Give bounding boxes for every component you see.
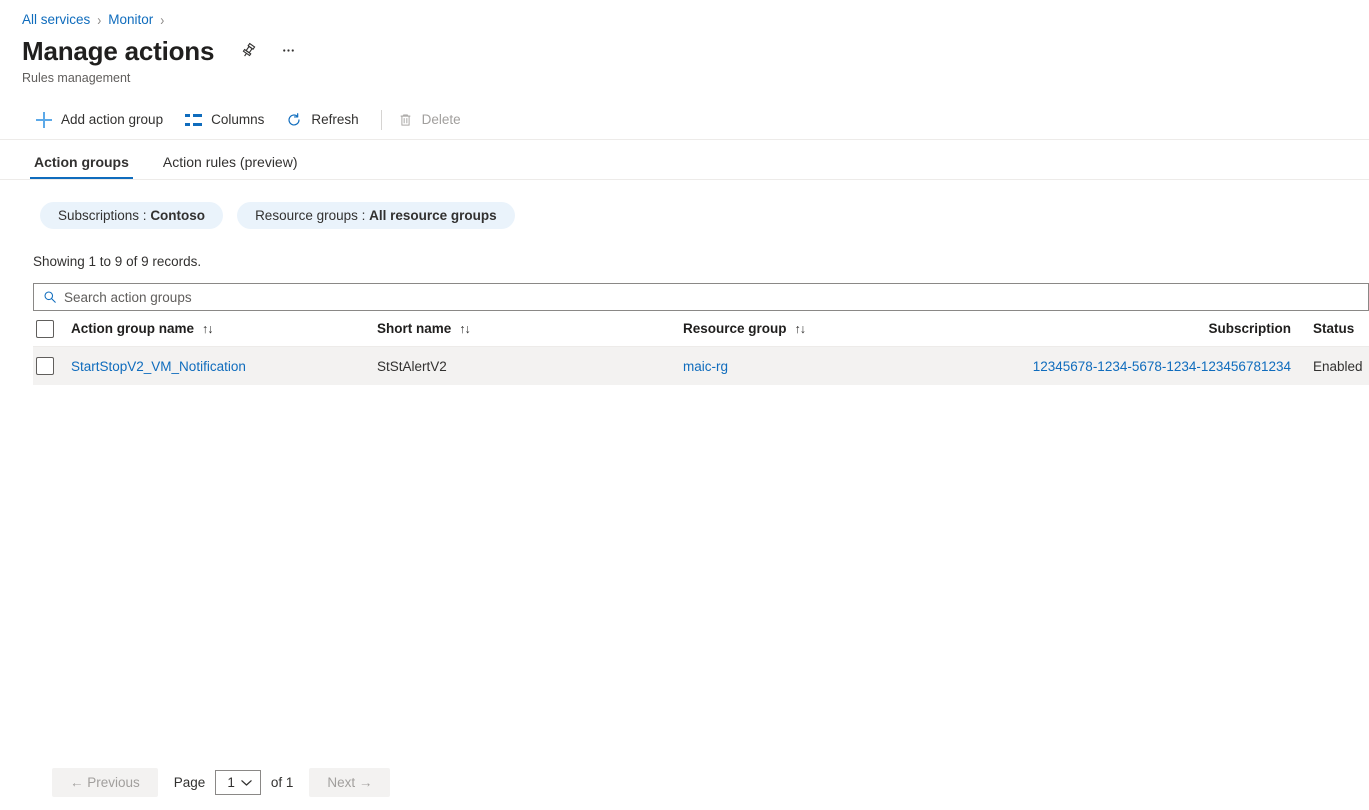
columns-button[interactable]: Columns bbox=[179, 107, 274, 132]
search-box[interactable] bbox=[33, 283, 1369, 311]
filter-pill-resource-groups[interactable]: Resource groups : All resource groups bbox=[237, 202, 515, 229]
records-summary: Showing 1 to 9 of 9 records. bbox=[0, 229, 1369, 269]
total-pages-label: of 1 bbox=[271, 775, 294, 790]
cell-action-group-name: StartStopV2_VM_Notification bbox=[71, 359, 377, 374]
refresh-button[interactable]: Refresh bbox=[280, 107, 368, 133]
table-header-row: Action group name ↑↓ Short name ↑↓ Resou… bbox=[33, 311, 1369, 347]
more-options-button[interactable] bbox=[276, 39, 300, 63]
tab-action-rules-preview[interactable]: Action rules (preview) bbox=[159, 154, 302, 179]
pin-button[interactable] bbox=[236, 39, 260, 63]
column-header-action-group-name[interactable]: Action group name ↑↓ bbox=[71, 321, 377, 336]
cell-subscription: 12345678-1234-5678-1234-123456781234 bbox=[987, 359, 1294, 374]
select-all-cell bbox=[33, 320, 71, 338]
delete-button[interactable]: Delete bbox=[392, 107, 471, 133]
cell-status: Enabled bbox=[1294, 359, 1369, 374]
sort-arrows-icon: ↑↓ bbox=[795, 322, 806, 336]
trash-icon bbox=[398, 112, 413, 128]
search-icon bbox=[43, 290, 57, 304]
column-label-subscription: Subscription bbox=[1208, 321, 1291, 336]
filter-bar: Subscriptions : Contoso Resource groups … bbox=[0, 180, 1369, 229]
pagination: ← Previous Page 1 of 1 Next → bbox=[52, 768, 390, 797]
refresh-label: Refresh bbox=[311, 112, 358, 127]
table-row[interactable]: StartStopV2_VM_Notification StStAlertV2 … bbox=[33, 347, 1369, 385]
column-header-resource-group[interactable]: Resource group ↑↓ bbox=[683, 321, 987, 336]
filter-value-resource-groups: All resource groups bbox=[369, 208, 497, 223]
select-all-checkbox[interactable] bbox=[36, 320, 54, 338]
search-input[interactable] bbox=[64, 290, 1368, 305]
breadcrumb-item-all-services[interactable]: All services bbox=[22, 12, 90, 27]
filter-prefix-resource-groups: Resource groups : bbox=[255, 208, 365, 223]
previous-page-button[interactable]: ← Previous bbox=[52, 768, 158, 797]
pin-icon bbox=[240, 42, 257, 59]
page-header: Manage actions bbox=[0, 30, 1369, 68]
page-header-actions bbox=[236, 39, 300, 63]
column-header-status[interactable]: Status bbox=[1294, 321, 1369, 336]
row-checkbox[interactable] bbox=[36, 357, 54, 375]
column-label-action-group-name: Action group name bbox=[71, 321, 194, 336]
page-number-value: 1 bbox=[227, 775, 235, 790]
breadcrumb-item-monitor[interactable]: Monitor bbox=[108, 12, 153, 27]
columns-label: Columns bbox=[211, 112, 264, 127]
column-label-resource-group: Resource group bbox=[683, 321, 787, 336]
page-subtitle: Rules management bbox=[0, 68, 1369, 85]
column-label-status: Status bbox=[1313, 321, 1354, 336]
sort-arrows-icon: ↑↓ bbox=[459, 322, 470, 336]
next-page-button[interactable]: Next → bbox=[309, 768, 390, 797]
page-title: Manage actions bbox=[22, 35, 214, 67]
page-label: Page bbox=[174, 775, 206, 790]
add-action-group-label: Add action group bbox=[61, 112, 163, 127]
plus-icon bbox=[36, 112, 52, 128]
cell-short-name: StStAlertV2 bbox=[377, 359, 683, 374]
columns-icon bbox=[185, 114, 202, 126]
add-action-group-button[interactable]: Add action group bbox=[30, 107, 173, 133]
tab-action-groups[interactable]: Action groups bbox=[30, 154, 133, 179]
subscription-link[interactable]: 12345678-1234-5678-1234-123456781234 bbox=[1033, 359, 1291, 374]
filter-pill-subscriptions[interactable]: Subscriptions : Contoso bbox=[40, 202, 223, 229]
refresh-icon bbox=[286, 112, 302, 128]
ellipsis-icon bbox=[280, 42, 297, 59]
tab-list: Action groups Action rules (preview) bbox=[0, 140, 1369, 180]
action-group-link[interactable]: StartStopV2_VM_Notification bbox=[71, 359, 246, 374]
sort-arrows-icon: ↑↓ bbox=[202, 322, 213, 336]
chevron-down-icon bbox=[241, 779, 252, 787]
resource-group-link[interactable]: maic-rg bbox=[683, 359, 728, 374]
column-header-subscription[interactable]: Subscription bbox=[987, 321, 1294, 336]
chevron-right-icon: › bbox=[160, 11, 164, 29]
page-number-select[interactable]: 1 bbox=[215, 770, 261, 795]
command-bar: Add action group Columns Refresh Delete bbox=[0, 100, 1369, 140]
column-header-short-name[interactable]: Short name ↑↓ bbox=[377, 321, 683, 336]
chevron-right-icon: › bbox=[97, 11, 101, 29]
breadcrumb: All services › Monitor › bbox=[0, 0, 1369, 30]
toolbar-divider bbox=[381, 110, 382, 130]
delete-label: Delete bbox=[422, 112, 461, 127]
cell-resource-group: maic-rg bbox=[683, 359, 987, 374]
filter-prefix-subscriptions: Subscriptions : bbox=[58, 208, 147, 223]
search-container bbox=[0, 269, 1369, 311]
column-label-short-name: Short name bbox=[377, 321, 451, 336]
action-groups-table: Action group name ↑↓ Short name ↑↓ Resou… bbox=[33, 311, 1369, 385]
filter-value-subscriptions: Contoso bbox=[150, 208, 205, 223]
row-select-cell bbox=[33, 357, 71, 375]
